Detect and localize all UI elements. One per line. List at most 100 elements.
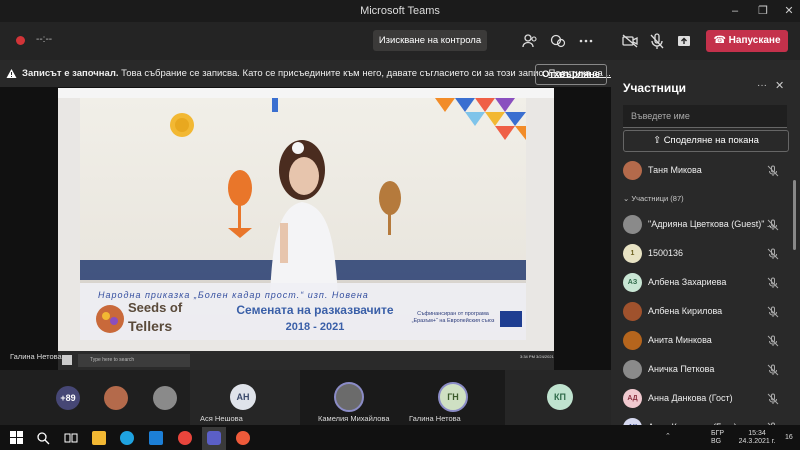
tile-avatar: КП <box>547 384 573 410</box>
eu-flag-icon <box>500 311 522 327</box>
participant-row[interactable]: Анита Минкова <box>611 326 800 354</box>
clock-time: 15:34 <box>748 430 766 437</box>
hang-up-button[interactable]: ☎ Напускане <box>706 30 788 52</box>
store-icon[interactable] <box>92 431 106 445</box>
panel-more-icon[interactable]: ··· <box>757 80 767 91</box>
shared-windows-taskbar: Type here to search 3:34 PM 3/24/2021 <box>58 351 554 370</box>
recording-banner: Записът е започнал. Това събрание се зап… <box>0 60 613 88</box>
participant-row[interactable]: 1 1500136 <box>611 239 800 267</box>
edge-icon[interactable] <box>120 431 134 445</box>
more-options-icon[interactable] <box>576 31 596 51</box>
video-tile-2[interactable]: Камелия Михайлова <box>300 370 403 425</box>
search-placeholder: Въведете име <box>631 111 690 121</box>
share-tray-icon[interactable] <box>674 31 694 51</box>
dismiss-button[interactable]: Отхвърляне <box>535 64 607 85</box>
language-indicator[interactable]: БГР BG <box>711 430 724 446</box>
video-tile-1[interactable]: АН Ася Нешова <box>190 370 300 425</box>
restore-button[interactable]: ❐ <box>750 3 776 19</box>
photos-icon[interactable] <box>236 431 250 445</box>
video-tile-4[interactable]: КП <box>505 370 611 425</box>
search-icon[interactable] <box>36 431 50 445</box>
share-icon: ⇪ <box>653 135 664 146</box>
participant-row[interactable]: Албена Кирилова <box>611 297 800 325</box>
avatar: АД <box>623 389 642 408</box>
windows-start-icon[interactable] <box>10 431 24 445</box>
shared-search-box: Type here to search <box>78 354 190 367</box>
shared-clock: 3:34 PM 3/24/2021 <box>520 354 554 359</box>
recording-indicator-icon <box>16 36 25 45</box>
mic-muted-icon <box>767 277 779 289</box>
child-storyteller <box>270 140 338 298</box>
presenter-row[interactable]: Таня Микова <box>611 156 800 184</box>
project-years: 2018 - 2021 <box>285 321 345 333</box>
tray-chevron-icon[interactable]: ⌃ <box>665 433 671 441</box>
participant-row[interactable]: "Адрияна Цветкова (Guest)" ... <box>611 210 800 238</box>
hang-up-label: Напускане <box>728 35 781 46</box>
teams-taskbar-slot[interactable] <box>202 427 226 450</box>
camera-off-icon[interactable] <box>620 31 640 51</box>
clock-date: 24.3.2021 г. <box>738 438 776 445</box>
seeds-logo-icon <box>96 305 124 333</box>
mic-muted-icon <box>767 248 779 260</box>
panel-close-icon[interactable]: ✕ <box>775 79 784 92</box>
start-icon <box>62 355 72 365</box>
participant-name: "Адрияна Цветкова (Guest)" ... <box>648 219 775 229</box>
avatar: 1 <box>623 244 642 263</box>
project-title: Семената на разказвачите <box>236 303 394 317</box>
blue-ribbon <box>272 98 278 112</box>
chrome-icon[interactable] <box>178 431 192 445</box>
eu-funding-text: Съфинансиран от програма „Еразъм+“ на Ев… <box>411 311 495 324</box>
teams-icon <box>207 431 221 445</box>
clock[interactable]: 15:34 24.3.2021 г. <box>733 430 781 446</box>
shared-window-titlebar <box>58 88 554 98</box>
participant-photo-avatar[interactable] <box>104 386 128 410</box>
tile-name: Камелия Михайлова <box>318 414 390 423</box>
banner-bold: Записът е започнал. <box>22 68 119 79</box>
participants-section-header[interactable]: ⌄ Участници (87) <box>623 194 684 203</box>
meeting-timer: --:-- <box>36 34 53 45</box>
participant-row[interactable]: АД Анна Данкова (Гост) <box>611 384 800 412</box>
handwritten-caption: Народна приказка „Болен кадар прост.“ из… <box>98 290 369 300</box>
participant-row[interactable]: Аничка Петкова <box>611 355 800 383</box>
video-tile-3[interactable]: ГН Галина Нетова <box>403 370 505 425</box>
tile-avatar: АН <box>230 384 256 410</box>
share-invite-label: Споделяне на покана <box>663 135 759 146</box>
banner-message: Записът е започнал. Това събрание се зап… <box>22 68 613 79</box>
avatar <box>623 360 642 379</box>
shared-screen: Народна приказка „Болен кадар прост.“ из… <box>58 88 554 370</box>
participant-search-input[interactable]: Въведете име <box>623 105 787 128</box>
avatar <box>623 331 642 350</box>
minimize-button[interactable]: – <box>722 3 748 19</box>
notification-badge[interactable]: 16 <box>785 434 793 442</box>
mail-icon[interactable] <box>149 431 163 445</box>
participants-icon[interactable] <box>520 31 540 51</box>
mic-muted-icon <box>767 364 779 376</box>
participant-name: Таня Микова <box>648 165 702 175</box>
participant-name: Албена Захариева <box>648 277 727 287</box>
take-back-control-button[interactable]: Изискване на контрола <box>373 30 487 51</box>
avatar <box>623 215 642 234</box>
participant-name: Анита Минкова <box>648 335 712 345</box>
participants-panel: Участници ··· ✕ Въведете име ⇪ Споделяне… <box>611 60 800 437</box>
overflow-count[interactable]: +89 <box>56 386 80 410</box>
meeting-control-bar: --:-- Изискване на контрола ☎ Напускане <box>0 22 800 60</box>
mic-muted-icon <box>767 306 779 318</box>
participant-row[interactable]: АЗ Албена Захариева <box>611 268 800 296</box>
section-label: Участници (87) <box>631 194 684 203</box>
microphone-off-icon[interactable] <box>647 31 667 51</box>
share-invite-button[interactable]: ⇪ Споделяне на покана <box>623 130 789 152</box>
mic-muted-icon <box>767 335 779 347</box>
chat-icon[interactable] <box>548 31 568 51</box>
panel-scrollbar[interactable] <box>793 180 796 250</box>
participant-generic-avatar[interactable] <box>153 386 177 410</box>
title-bar: Microsoft Teams – ❐ ✕ <box>0 0 800 22</box>
window-title: Microsoft Teams <box>360 5 440 17</box>
task-view-icon[interactable] <box>64 431 78 445</box>
logo-line-2: Tellers <box>128 318 173 334</box>
presenter-name-label: Галина Нетова <box>10 352 62 361</box>
shared-video: Народна приказка „Болен кадар прост.“ из… <box>80 98 526 340</box>
avatar: АЗ <box>623 273 642 292</box>
close-button[interactable]: ✕ <box>776 3 800 19</box>
panel-title: Участници <box>623 81 687 95</box>
participant-name: Аничка Петкова <box>648 364 715 374</box>
